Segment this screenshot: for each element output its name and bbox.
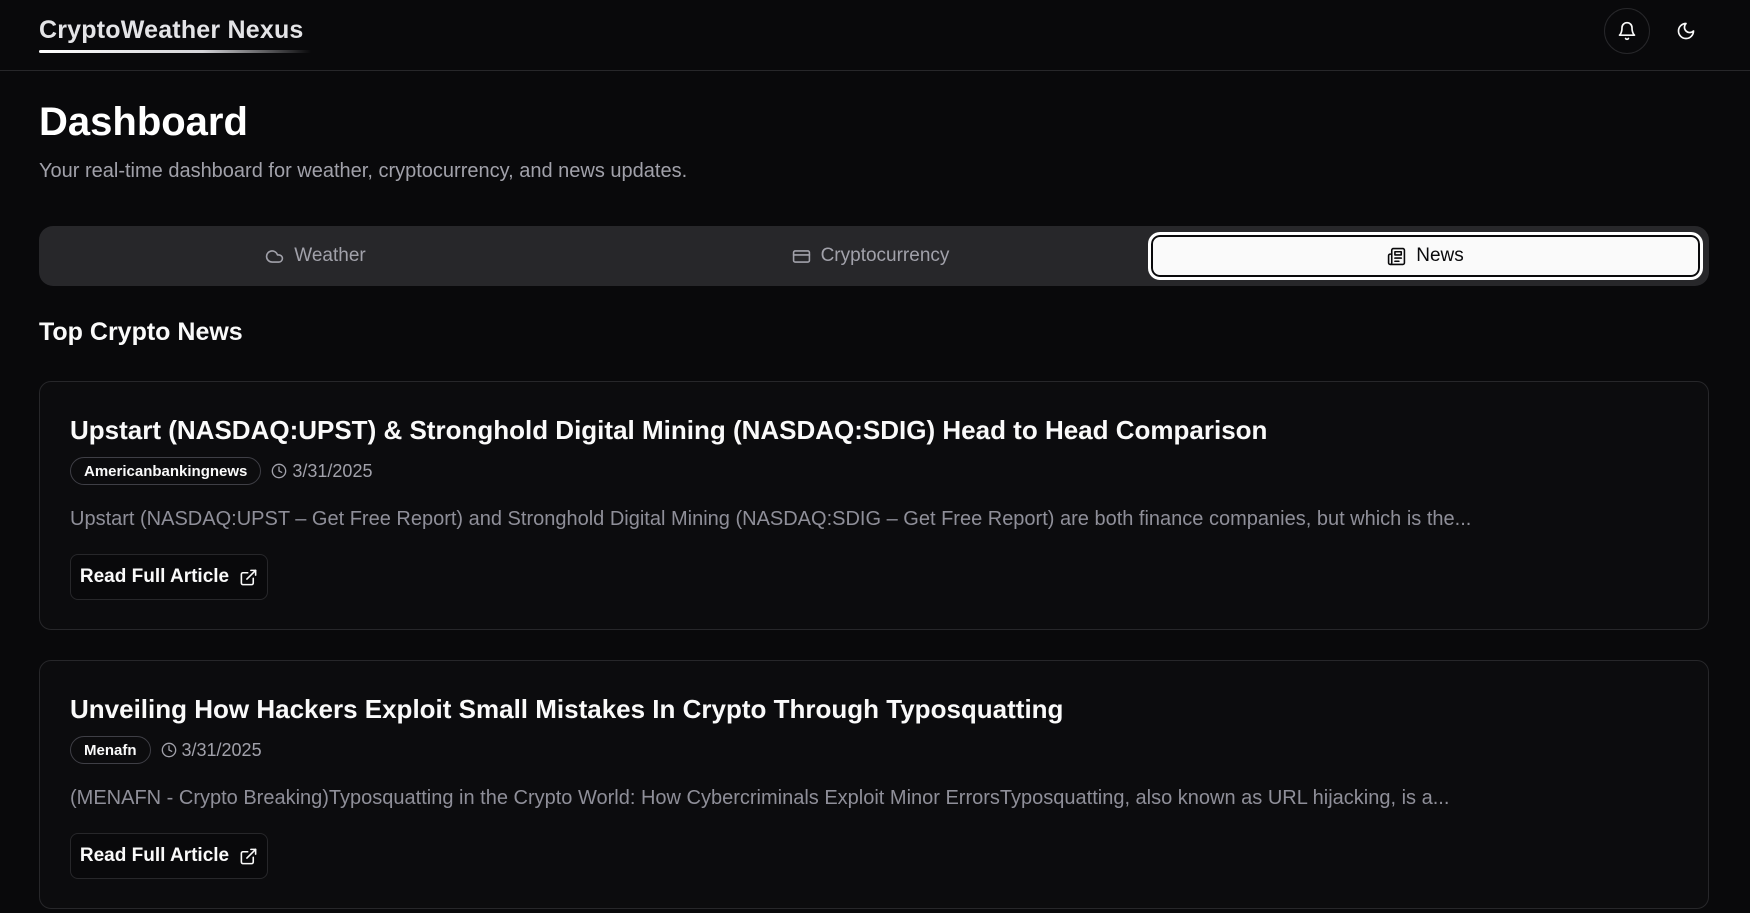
external-link-icon (240, 569, 257, 585)
tab-weather[interactable]: Weather (39, 232, 592, 280)
brand-underline (39, 50, 311, 53)
article-meta: Menafn 3/31/2025 (70, 736, 262, 764)
theme-toggle-button[interactable] (1663, 8, 1709, 54)
article-date: 3/31/2025 (161, 740, 262, 761)
notifications-button[interactable] (1604, 8, 1650, 54)
dashboard-tabs: Weather Cryptocurrency News (39, 226, 1709, 286)
article-date-text: 3/31/2025 (292, 460, 373, 481)
top-navbar: CryptoWeather Nexus (0, 0, 1750, 71)
read-full-article-label: Read Full Article (79, 566, 230, 587)
tab-cryptocurrency-label: Cryptocurrency (820, 245, 950, 266)
source-badge: Menafn (70, 736, 151, 764)
external-link-icon (240, 848, 257, 864)
section-title: Top Crypto News (39, 318, 243, 346)
article-excerpt: Upstart (NASDAQ:UPST – Get Free Report) … (70, 508, 1472, 530)
article-date: 3/31/2025 (271, 461, 372, 482)
moon-icon (1677, 22, 1695, 40)
tab-news[interactable]: News (1148, 232, 1703, 280)
tab-cryptocurrency[interactable]: Cryptocurrency (594, 232, 1147, 280)
page-title: Dashboard (39, 100, 248, 144)
bell-icon (1618, 21, 1636, 41)
cloud-icon (266, 249, 284, 263)
news-card: Unveiling How Hackers Exploit Small Mist… (39, 660, 1709, 909)
brand-logo-text[interactable]: CryptoWeather Nexus (39, 16, 304, 45)
article-date-text: 3/31/2025 (181, 739, 262, 760)
article-title: Unveiling How Hackers Exploit Small Mist… (70, 694, 1064, 724)
page-subtitle: Your real-time dashboard for weather, cr… (39, 160, 688, 182)
read-full-article-button[interactable]: Read Full Article (70, 833, 268, 879)
article-meta: Americanbankingnews 3/31/2025 (70, 457, 372, 485)
read-full-article-button[interactable]: Read Full Article (70, 554, 268, 600)
news-card: Upstart (NASDAQ:UPST) & Stronghold Digit… (39, 381, 1709, 630)
card-icon (792, 249, 810, 263)
read-full-article-label: Read Full Article (79, 845, 230, 866)
tab-news-label: News (1416, 245, 1464, 266)
clock-icon (161, 742, 176, 758)
newspaper-icon (1388, 247, 1406, 265)
article-excerpt: (MENAFN - Crypto Breaking)Typosquatting … (70, 787, 1450, 809)
tab-weather-label: Weather (294, 245, 366, 266)
article-title: Upstart (NASDAQ:UPST) & Stronghold Digit… (70, 415, 1268, 445)
source-badge: Americanbankingnews (70, 457, 262, 485)
clock-icon (272, 463, 287, 479)
